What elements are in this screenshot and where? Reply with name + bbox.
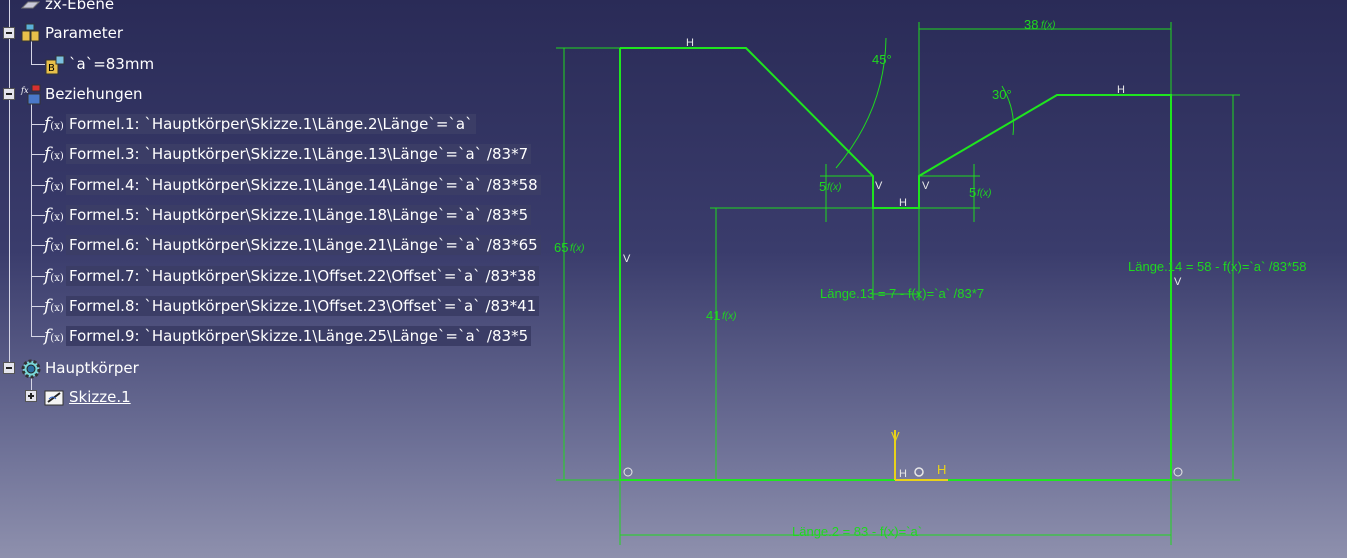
constraint-v: V xyxy=(623,253,631,265)
axis-label-v: V xyxy=(891,429,900,444)
fx-marker: f(x) xyxy=(977,188,991,199)
dim-38[interactable]: 38 xyxy=(1024,17,1038,32)
fx-marker: f(x) xyxy=(722,311,736,322)
dim-laenge-14[interactable]: Länge.14 = 58 - f(x)=`a` /83*58 xyxy=(1128,259,1307,274)
dim-laenge-2[interactable]: Länge.2 = 83 - f(x)=`a` xyxy=(792,524,922,539)
dim-65[interactable]: 65 xyxy=(554,240,568,255)
constraint-h: H xyxy=(686,37,694,49)
origin-point[interactable] xyxy=(914,467,924,477)
fx-marker: f(x) xyxy=(570,243,584,254)
dimension-lines xyxy=(556,22,1240,545)
sketch-profile[interactable] xyxy=(619,47,1172,481)
dim-41[interactable]: 41 xyxy=(706,308,720,323)
fx-marker: f(x) xyxy=(827,182,841,193)
constraint-v: V xyxy=(875,180,883,192)
axis-label-h: H xyxy=(937,462,946,477)
fix-point-icon xyxy=(1173,467,1183,477)
fx-marker: f(x) xyxy=(1041,20,1055,31)
constraint-v: V xyxy=(1174,276,1182,288)
constraint-v: V xyxy=(922,180,930,192)
dim-5-right[interactable]: 5 xyxy=(969,185,976,200)
dim-30deg[interactable]: 30° xyxy=(992,87,1012,102)
dim-5-left[interactable]: 5 xyxy=(819,179,826,194)
constraint-h: H xyxy=(899,468,907,480)
sketch-canvas[interactable]: V H H H H H V V V V 38 f(x) 45° 30° 5 f(… xyxy=(0,0,1347,558)
constraint-h: H xyxy=(1117,84,1125,96)
fix-point-icon xyxy=(623,467,633,477)
dim-laenge-13[interactable]: Länge.13 = 7 - f(x)=`a` /83*7 xyxy=(820,286,984,301)
dim-45deg[interactable]: 45° xyxy=(872,52,892,67)
constraint-h: H xyxy=(899,197,907,209)
